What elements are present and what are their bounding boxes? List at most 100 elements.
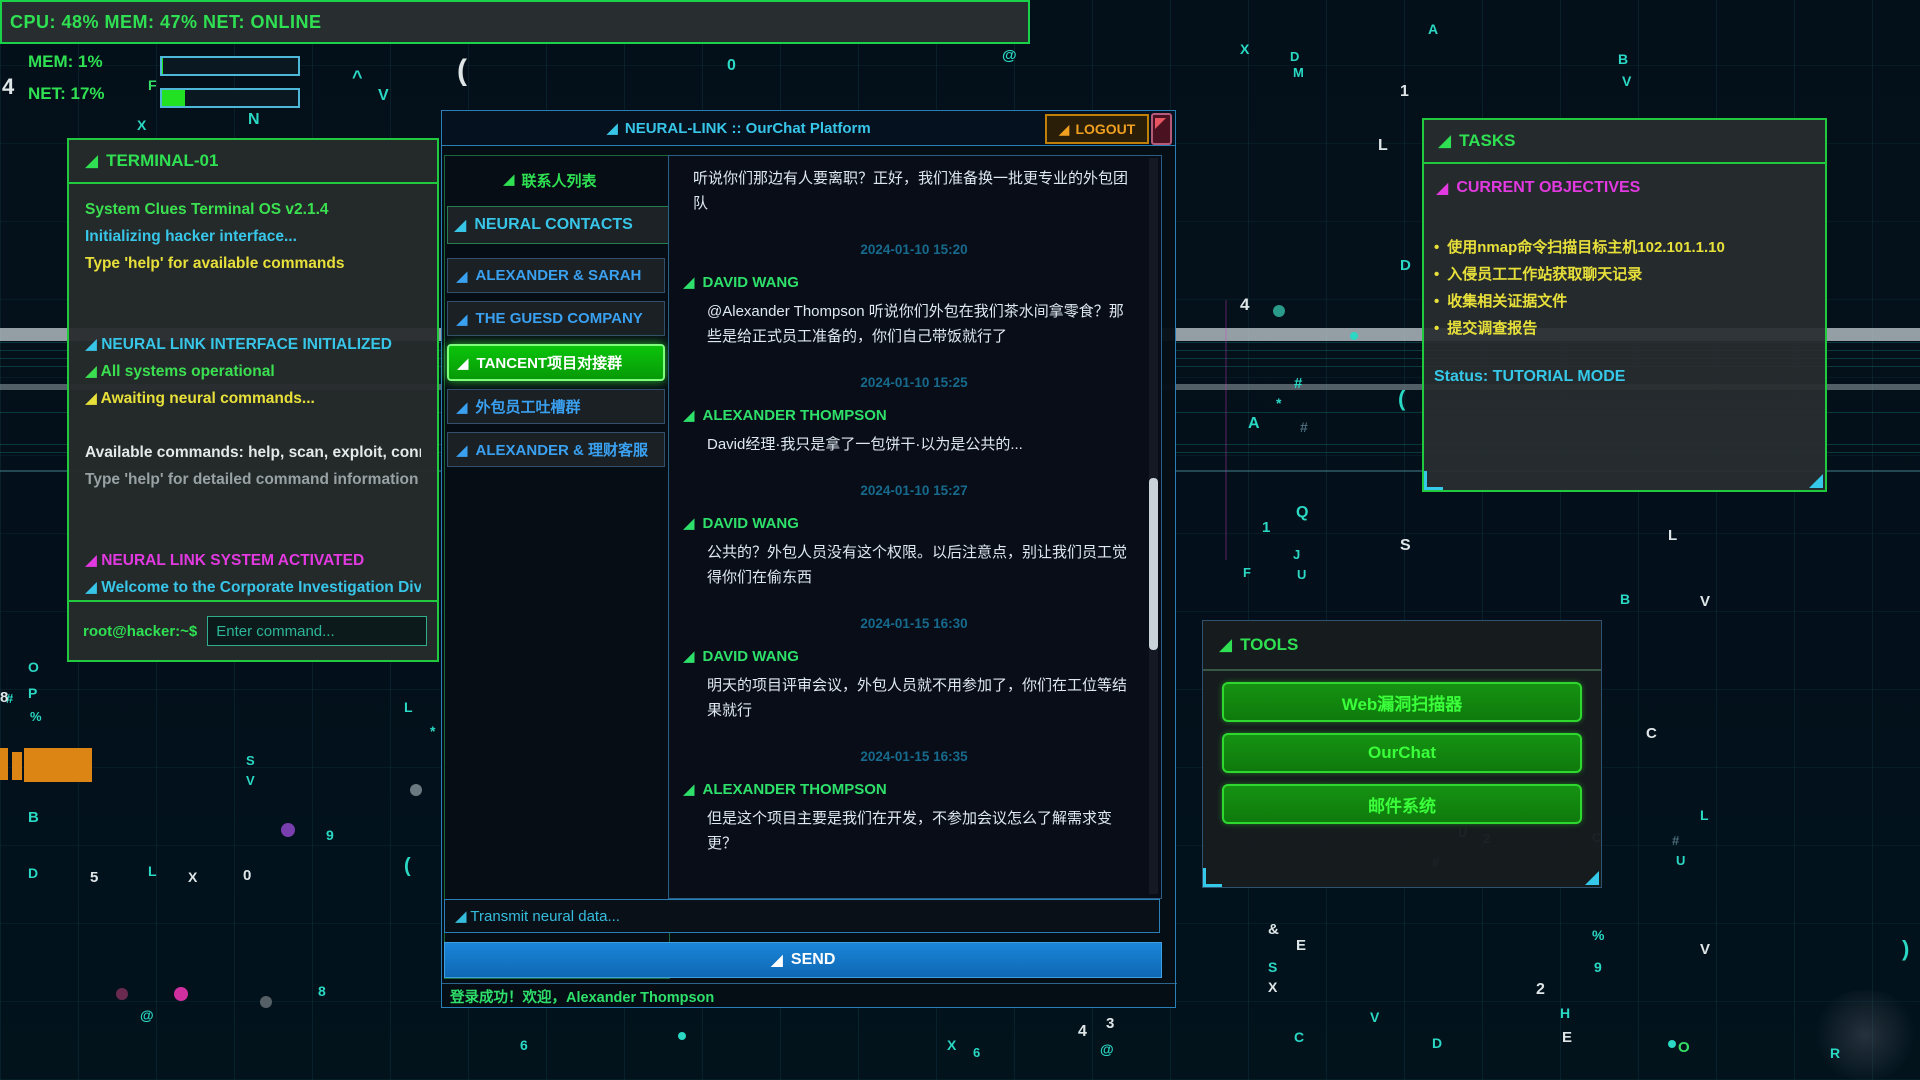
tasks-window: ◢ TASKS ◢ CURRENT OBJECTIVES •使用nmap命令扫描…: [1422, 118, 1827, 492]
matrix-glyph: D: [1400, 258, 1411, 273]
resize-handle[interactable]: [1809, 474, 1823, 488]
matrix-glyph: L: [1668, 528, 1677, 543]
tools-window: ◢ TOOLS Web漏洞扫描器 OurChat 邮件系统: [1202, 620, 1602, 888]
matrix-glyph: X: [1240, 42, 1249, 56]
matrix-glyph: *: [430, 724, 435, 738]
tasks-titlebar[interactable]: ◢ TASKS: [1424, 120, 1825, 164]
message-sender: ◢ALEXANDER THOMPSON: [683, 406, 1135, 424]
sender-name: DAVID WANG: [703, 274, 799, 291]
flag-fold: [1155, 118, 1166, 129]
objective-text: 提交调查报告: [1447, 315, 1537, 342]
triangle-icon: ◢: [1438, 131, 1451, 151]
matrix-glyph: 5: [90, 870, 98, 885]
objectives-list: • 使用nmap命令扫描目标主机102.101.1.10•入侵员工工作站获取聊天记…: [1434, 234, 1825, 342]
contact-item-3[interactable]: ◢外包员工吐槽群: [447, 389, 665, 424]
matrix-glyph: C: [1646, 726, 1657, 741]
contact-label: ALEXANDER & 理财客服: [476, 439, 649, 460]
system-status-banner: CPU: 48% MEM: 47% NET: ONLINE: [0, 0, 1030, 44]
corner-accent: [1424, 471, 1443, 490]
messages-scrollbar[interactable]: [1149, 158, 1158, 894]
matrix-glyph: L: [1700, 808, 1709, 822]
triangle-icon: ◢: [1059, 121, 1070, 138]
contact-item-0[interactable]: ◢ALEXANDER & SARAH: [447, 258, 665, 293]
matrix-glyph: 4: [2, 76, 14, 98]
message-sender: ◢ ALEXANDER THOMPSON: [683, 780, 1135, 798]
contact-item-2[interactable]: ◢ TANCENT项目对接群: [447, 344, 665, 381]
matrix-glyph: (: [457, 56, 467, 86]
matrix-glyph: E: [1562, 1030, 1572, 1045]
triangle-icon: ◢: [457, 354, 469, 372]
contacts-list-label: ◢ 联系人列表: [503, 170, 597, 191]
matrix-glyph: L: [404, 700, 413, 714]
matrix-glyph: @: [140, 1008, 154, 1022]
contact-item-4[interactable]: ◢ALEXANDER & 理财客服: [447, 432, 665, 467]
hacker-desktop: { "ui": { "triangle_glyph": "◢", "bullet…: [0, 0, 1920, 1080]
matrix-glyph: 2: [1536, 982, 1545, 998]
chat-messages-pane: 听说你们那边有人要离职？正好，我们准备换一批更专业的外包团队2024-01-10…: [668, 155, 1162, 899]
matrix-glyph: Q: [1296, 505, 1308, 521]
contact-item-1[interactable]: ◢THE GUESD COMPANY: [447, 301, 665, 336]
triangle-icon: ◢: [771, 950, 783, 970]
logout-button[interactable]: ◢ LOGOUT: [1045, 114, 1149, 144]
system-status-text: CPU: 48% MEM: 47% NET: ONLINE: [2, 12, 322, 33]
terminal-prompt-row: root@hacker:~$: [69, 600, 437, 660]
tools-titlebar[interactable]: ◢ TOOLS: [1203, 621, 1601, 671]
chat-message: ◢DAVID WANG公共的？外包人员没有这个权限。以后注意点，别让我们员工觉得…: [693, 514, 1135, 590]
objective-item: •入侵员工工作站获取聊天记录: [1434, 261, 1825, 288]
decor-dot: [678, 1032, 686, 1040]
matrix-glyph: F: [1243, 566, 1251, 579]
ourchat-window: ◢ NEURAL-LINK :: OurChat Platform ◢ LOGO…: [441, 110, 1176, 1008]
chat-message-input[interactable]: [444, 899, 1160, 933]
decor-dot: [281, 823, 295, 837]
terminal-line: Available commands: help, scan, exploit,…: [85, 439, 421, 466]
matrix-glyph: R: [1830, 1046, 1840, 1060]
flag-icon[interactable]: [1151, 113, 1172, 145]
bullet-icon: •: [1434, 288, 1439, 315]
terminal-prompt: root@hacker:~$: [83, 623, 197, 640]
objective-text: 收集相关证据文件: [1447, 288, 1567, 315]
matrix-glyph: D: [28, 866, 38, 880]
contacts-header-text: NEURAL CONTACTS: [474, 216, 633, 234]
matrix-glyph: 4: [1078, 1024, 1087, 1040]
decor-dot: [260, 996, 272, 1008]
tool-button-2[interactable]: 邮件系统: [1222, 784, 1582, 824]
decor-dot: [174, 987, 188, 1001]
contact-list: ◢ALEXANDER & SARAH ◢THE GUESD COMPANY ◢ TAN…: [447, 258, 665, 475]
bullet-icon: •: [1434, 315, 1439, 342]
terminal-command-input[interactable]: [207, 616, 427, 646]
decor-dot: [1668, 1040, 1676, 1048]
net-meter-label: NET: 17%: [28, 84, 105, 104]
matrix-glyph: V: [1370, 1010, 1379, 1024]
tool-button-0[interactable]: Web漏洞扫描器: [1222, 682, 1582, 722]
matrix-glyph: V: [246, 774, 255, 787]
message-timestamp: 2024-01-10 15:27: [693, 483, 1135, 498]
contact-label: TANCENT项目对接群: [477, 352, 623, 373]
matrix-glyph: 3: [1106, 1016, 1114, 1031]
message-sender: ◢DAVID WANG: [683, 514, 1135, 532]
matrix-glyph: #: [1300, 420, 1308, 434]
tool-button-1[interactable]: OurChat: [1222, 733, 1582, 773]
objective-item: • 收集相关证据文件: [1434, 288, 1825, 315]
resize-handle[interactable]: [1585, 871, 1599, 885]
sender-name: DAVID WANG: [703, 515, 799, 532]
matrix-glyph: S: [1400, 538, 1411, 554]
matrix-glyph: ): [1902, 938, 1909, 960]
contacts-sidebar: ◢ 联系人列表 ◢ NEURAL CONTACTS ◢ALEXANDER & S…: [444, 155, 670, 979]
terminal-line: ◢ NEURAL LINK SYSTEM ACTIVATED: [85, 547, 421, 574]
decor-dot: [116, 988, 128, 1000]
chat-message: ◢DAVID WANG明天的项目评审会议，外包人员就不用参加了，你们在工位等结果…: [693, 647, 1135, 723]
terminal-titlebar[interactable]: ◢ TERMINAL-01: [69, 140, 437, 184]
chat-title-text: NEURAL-LINK :: OurChat Platform: [625, 120, 871, 137]
scrollbar-thumb[interactable]: [1149, 478, 1158, 650]
objective-text: 使用nmap命令扫描目标主机102.101.1.10: [1447, 234, 1725, 261]
chat-status-bar: 登录成功！欢迎，Alexander Thompson: [442, 983, 1177, 1008]
contact-label: THE GUESD COMPANY: [476, 310, 643, 327]
triangle-icon: ◢: [683, 780, 695, 798]
matrix-glyph: B: [28, 810, 39, 825]
matrix-glyph: C: [1294, 1030, 1304, 1044]
sender-name: ALEXANDER THOMPSON: [703, 781, 887, 798]
message-sender: ◢ DAVID WANG: [683, 273, 1135, 291]
send-button[interactable]: ◢ SEND: [444, 942, 1162, 978]
chat-window-title: ◢ NEURAL-LINK :: OurChat Platform: [442, 111, 1035, 145]
triangle-icon: ◢: [683, 273, 695, 291]
